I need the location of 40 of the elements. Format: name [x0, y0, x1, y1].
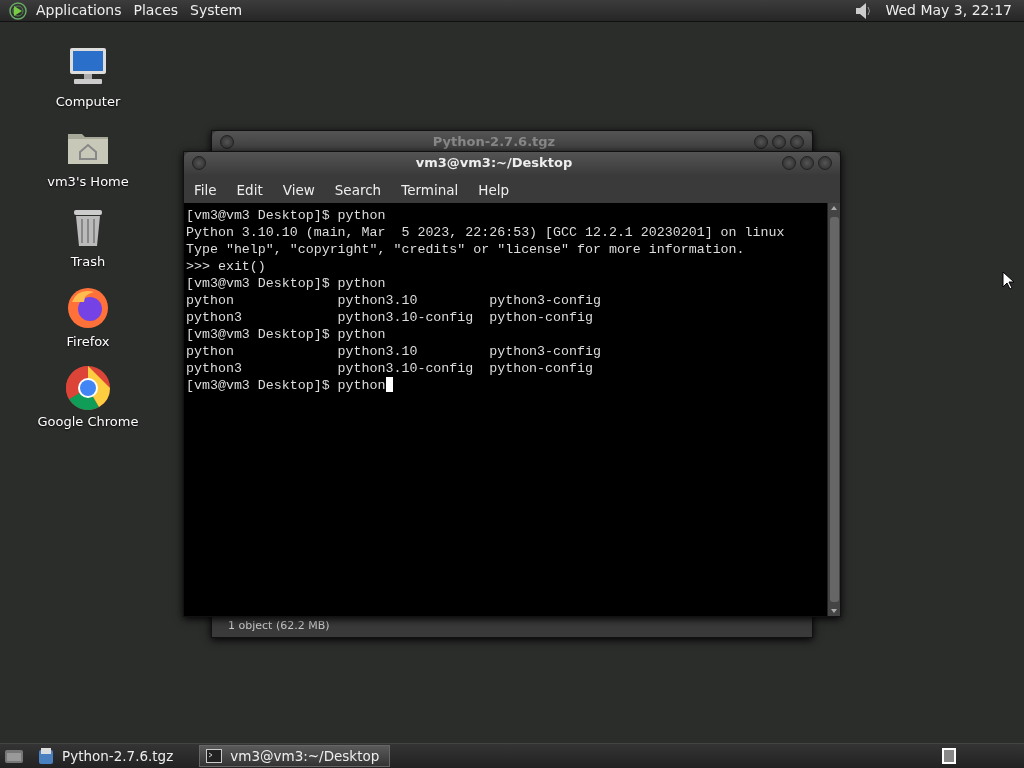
terminal-line: python python3.10 python3-config: [186, 343, 601, 360]
status-text: 1 object (62.2 MB): [228, 617, 330, 634]
icon-label[interactable]: Firefox: [66, 332, 110, 352]
panel-menu[interactable]: Applications: [32, 0, 126, 21]
icon-label[interactable]: Google Chrome: [37, 412, 139, 432]
mouse-pointer-icon: [1002, 271, 1014, 290]
terminal-line: Type "help", "copyright", "credits" or "license" for more information.: [186, 241, 745, 258]
terminal-line: [vm3@vm3 Desktop]$ python: [186, 326, 386, 343]
menu-item[interactable]: View: [272, 179, 325, 201]
menu-item[interactable]: File: [184, 179, 227, 201]
menu-item[interactable]: Search: [324, 179, 392, 201]
terminal-line: [vm3@vm3 Desktop]$ python: [186, 275, 386, 292]
chrome-icon[interactable]: [64, 364, 112, 412]
window-title: Python-2.7.6.tgz: [431, 133, 557, 152]
terminal-line: python python3.10 python3-config: [186, 292, 601, 309]
icon-label[interactable]: Computer: [55, 92, 121, 112]
workspace-switcher[interactable]: [942, 748, 956, 764]
taskbar-button[interactable]: Python-2.7.6.tgz: [32, 745, 184, 767]
panel-menu[interactable]: Places: [129, 0, 183, 21]
terminal-line: Python 3.10.10 (main, Mar 5 2023, 22:26:53) [GCC 12.2.1 20230201] on linux: [186, 224, 785, 241]
panel-menu[interactable]: System: [186, 0, 247, 21]
taskbar-button[interactable]: vm3@vm3:~/Desktop: [199, 745, 391, 767]
terminal-line: python3 python3.10-config python-config: [186, 309, 593, 326]
menu-item[interactable]: Help: [468, 179, 520, 201]
terminal-icon: [206, 749, 223, 763]
logo-icon[interactable]: [8, 0, 28, 21]
terminal-line: [vm3@vm3 Desktop]$ python: [186, 207, 386, 224]
scrollbar[interactable]: [827, 203, 840, 616]
icon-label[interactable]: Trash: [70, 252, 106, 272]
terminal-line: [vm3@vm3 Desktop]$ python: [186, 377, 386, 394]
menu-item[interactable]: Terminal: [391, 179, 469, 201]
scrollbar-thumb[interactable]: [829, 217, 839, 602]
clock[interactable]: Wed May 3, 22:17: [881, 0, 1016, 21]
menu-item[interactable]: Edit: [226, 179, 273, 201]
icon-label[interactable]: vm3's Home: [47, 172, 129, 192]
window-title: vm3@vm3:~/Desktop: [414, 154, 574, 173]
archive-icon: [38, 747, 54, 765]
show-desktop-icon[interactable]: [4, 747, 24, 765]
terminal-line: python3 python3.10-config python-config: [186, 360, 593, 377]
terminal-line: >>> exit(): [186, 258, 266, 275]
